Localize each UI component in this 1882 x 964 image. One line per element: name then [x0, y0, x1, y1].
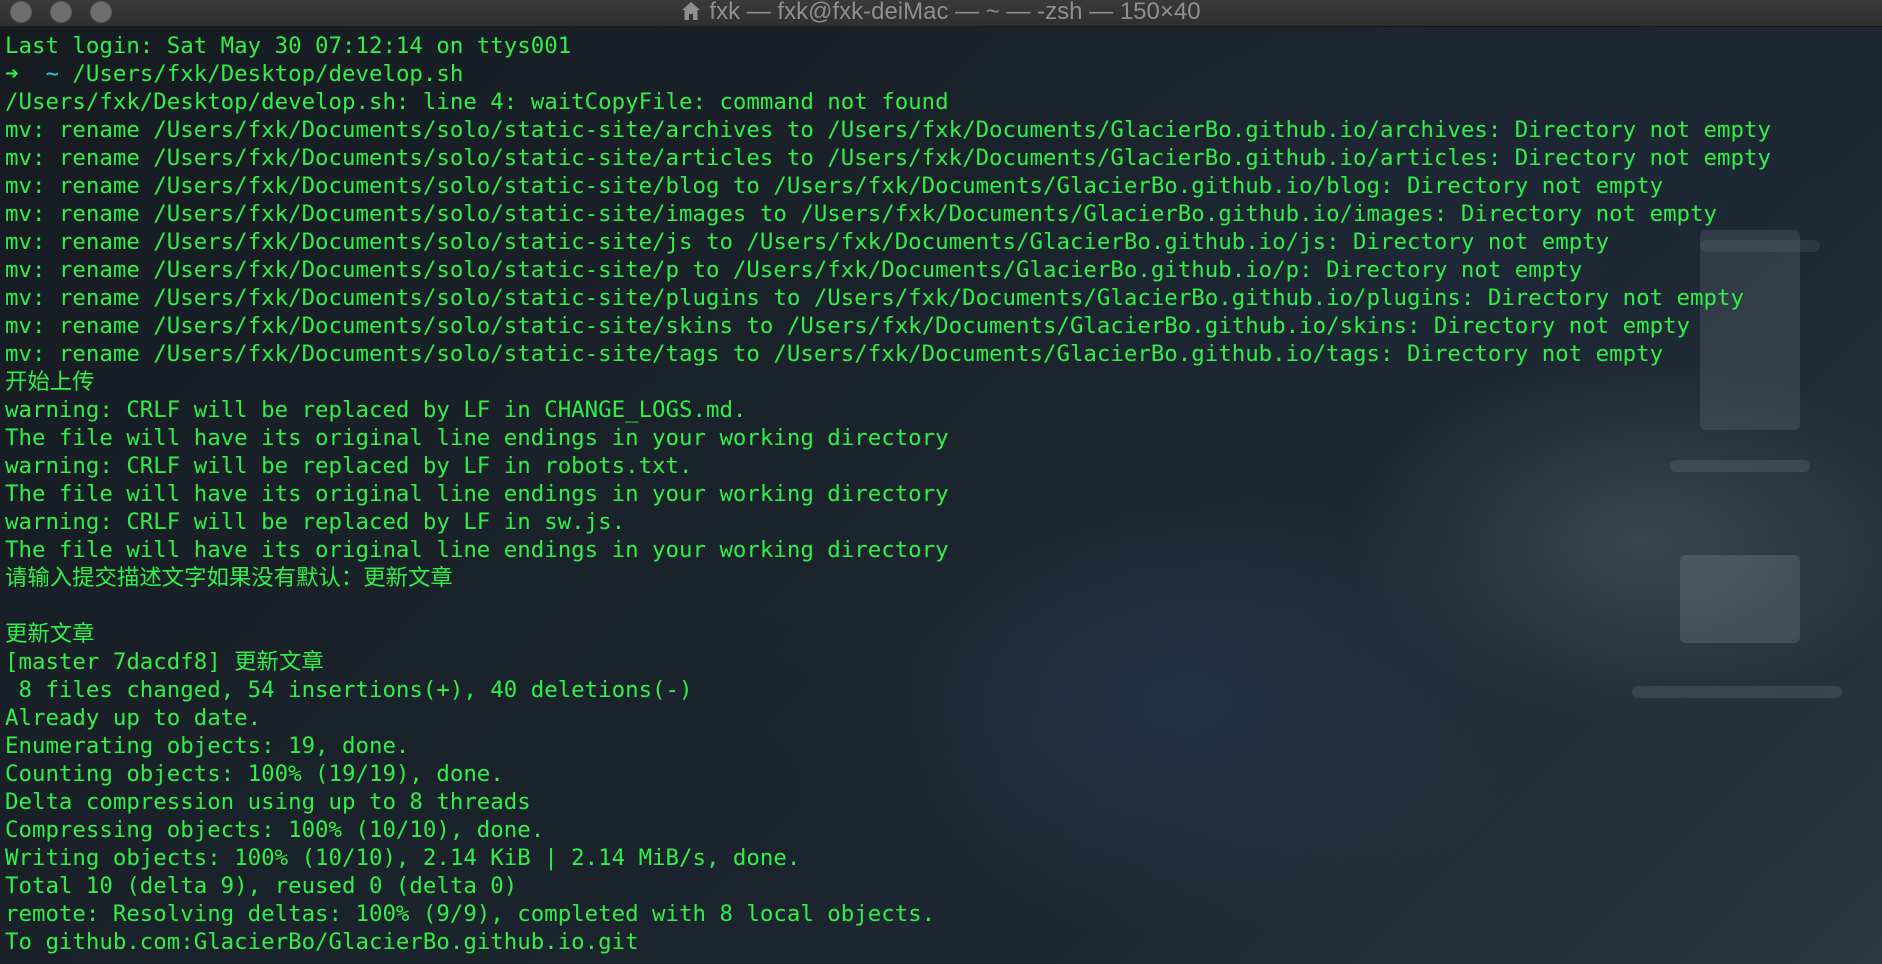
terminal-line: mv: rename /Users/fxk/Documents/solo/sta…: [5, 285, 1744, 311]
prompt-command: /Users/fxk/Desktop/develop.sh: [72, 61, 464, 87]
terminal-line: To github.com:GlacierBo/GlacierBo.github…: [5, 929, 639, 955]
terminal-line: Last login: Sat May 30 07:12:14 on ttys0…: [5, 33, 572, 59]
terminal-line: 8 files changed, 54 insertions(+), 40 de…: [5, 677, 693, 703]
window-title: fxk — fxk@fxk-deiMac — ~ — -zsh — 150×40: [709, 0, 1201, 25]
terminal-line: warning: CRLF will be replaced by LF in …: [5, 397, 747, 423]
terminal-line: mv: rename /Users/fxk/Documents/solo/sta…: [5, 117, 1771, 143]
title-bar[interactable]: fxk — fxk@fxk-deiMac — ~ — -zsh — 150×40: [0, 0, 1882, 27]
terminal-line: Counting objects: 100% (19/19), done.: [5, 761, 504, 787]
terminal-line: The file will have its original line end…: [5, 537, 949, 563]
terminal-line: mv: rename /Users/fxk/Documents/solo/sta…: [5, 341, 1664, 367]
terminal-window: fxk — fxk@fxk-deiMac — ~ — -zsh — 150×40…: [0, 0, 1882, 964]
prompt-arrow-icon: ➜: [5, 61, 19, 87]
terminal-line: mv: rename /Users/fxk/Documents/solo/sta…: [5, 229, 1610, 255]
terminal-line: The file will have its original line end…: [5, 481, 949, 507]
terminal-line: mv: rename /Users/fxk/Documents/solo/sta…: [5, 145, 1771, 171]
terminal-line: 开始上传: [5, 369, 95, 395]
terminal-line: [master 7dacdf8] 更新文章: [5, 649, 324, 675]
terminal-line: 请输入提交描述文字如果没有默认：更新文章: [5, 565, 453, 591]
window-title-area: fxk — fxk@fxk-deiMac — ~ — -zsh — 150×40: [0, 0, 1882, 26]
terminal-line: The file will have its original line end…: [5, 425, 949, 451]
terminal-line: mv: rename /Users/fxk/Documents/solo/sta…: [5, 201, 1717, 227]
home-folder-icon: [681, 1, 701, 21]
terminal-line: mv: rename /Users/fxk/Documents/solo/sta…: [5, 173, 1664, 199]
terminal-line: mv: rename /Users/fxk/Documents/solo/sta…: [5, 313, 1691, 339]
terminal-line: mv: rename /Users/fxk/Documents/solo/sta…: [5, 257, 1583, 283]
terminal-line: Total 10 (delta 9), reused 0 (delta 0): [5, 873, 518, 899]
terminal-line: /Users/fxk/Desktop/develop.sh: line 4: w…: [5, 89, 949, 115]
prompt-directory: ~: [45, 61, 59, 87]
terminal-line: warning: CRLF will be replaced by LF in …: [5, 509, 626, 535]
terminal-line: Enumerating objects: 19, done.: [5, 733, 410, 759]
terminal-line: Compressing objects: 100% (10/10), done.: [5, 817, 545, 843]
terminal-line: Delta compression using up to 8 threads: [5, 789, 531, 815]
terminal-line: remote: Resolving deltas: 100% (9/9), co…: [5, 901, 936, 927]
prompt-line: ➜ ~ /Users/fxk/Desktop/develop.sh: [5, 60, 1882, 88]
terminal-line: Writing objects: 100% (10/10), 2.14 KiB …: [5, 845, 801, 871]
terminal-output[interactable]: Last login: Sat May 30 07:12:14 on ttys0…: [0, 28, 1882, 964]
terminal-line: 更新文章: [5, 621, 95, 647]
terminal-line: Already up to date.: [5, 705, 262, 731]
terminal-line: warning: CRLF will be replaced by LF in …: [5, 453, 693, 479]
